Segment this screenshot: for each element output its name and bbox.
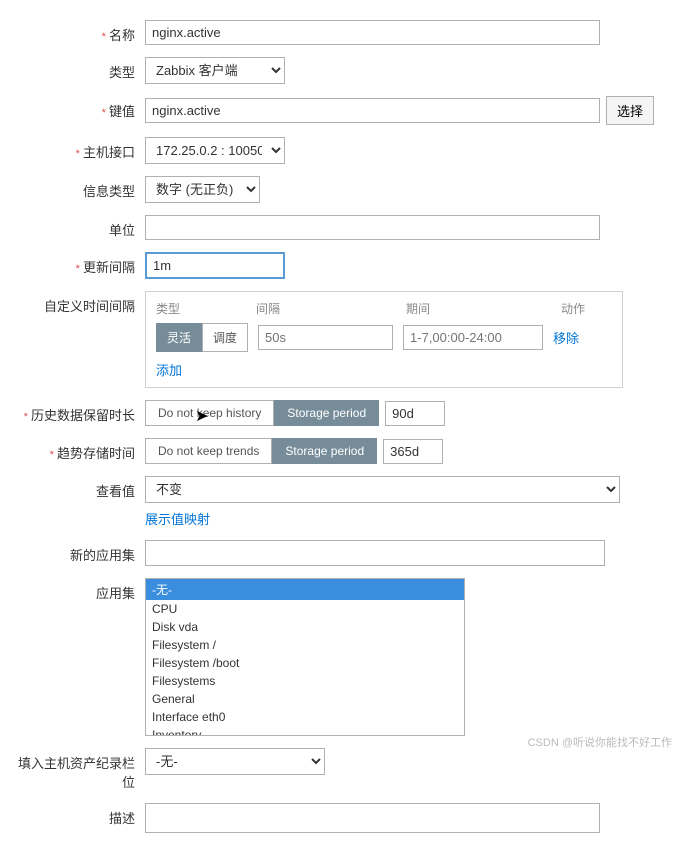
watermark: CSDN @听说你能找不好工作	[528, 734, 672, 750]
history-storage-button[interactable]: Storage period	[274, 400, 379, 426]
history-value-input[interactable]	[385, 401, 445, 426]
name-label: 名称	[10, 20, 145, 44]
list-item[interactable]: Disk vda	[146, 618, 464, 636]
trend-storage-button[interactable]: Storage period	[272, 438, 377, 464]
list-item[interactable]: Inventory	[146, 726, 464, 736]
host-inventory-label: 填入主机资产纪录栏位	[10, 748, 145, 791]
host-inventory-select[interactable]: -无-	[145, 748, 325, 775]
history-nokeep-button[interactable]: Do not keep history	[145, 400, 274, 426]
key-input[interactable]	[145, 98, 600, 123]
col-action: 动作	[561, 300, 585, 317]
custom-interval-box: 类型 间隔 期间 动作 灵活 调度 移除 添加	[145, 291, 623, 388]
show-value-map-link[interactable]: 展示值映射	[145, 509, 210, 528]
history-label: 历史数据保留时长	[10, 400, 145, 424]
description-label: 描述	[10, 803, 145, 827]
view-value-select[interactable]: 不变	[145, 476, 620, 503]
name-input[interactable]	[145, 20, 600, 45]
trend-nokeep-button[interactable]: Do not keep trends	[145, 438, 272, 464]
interval-value-input[interactable]	[258, 325, 393, 350]
update-interval-label: 更新间隔	[10, 252, 145, 276]
view-value-label: 查看值	[10, 476, 145, 500]
remove-link[interactable]: 移除	[553, 328, 579, 347]
key-label: 键值	[10, 96, 145, 120]
description-textarea[interactable]	[145, 803, 600, 833]
new-app-input[interactable]	[145, 540, 605, 566]
key-select-button[interactable]: 选择	[606, 96, 654, 125]
unit-label: 单位	[10, 215, 145, 239]
flexible-toggle[interactable]: 灵活	[156, 323, 202, 352]
new-app-label: 新的应用集	[10, 540, 145, 564]
list-item[interactable]: Filesystem /boot	[146, 654, 464, 672]
list-item[interactable]: -无-	[146, 579, 464, 600]
unit-input[interactable]	[145, 215, 600, 240]
host-interface-select[interactable]: 172.25.0.2 : 10050	[145, 137, 285, 164]
list-item[interactable]: Interface eth0	[146, 708, 464, 726]
period-value-input[interactable]	[403, 325, 543, 350]
host-interface-label: 主机接口	[10, 137, 145, 161]
type-select[interactable]: Zabbix 客户端	[145, 57, 285, 84]
scheduling-toggle[interactable]: 调度	[202, 323, 248, 352]
col-type: 类型	[156, 300, 256, 317]
type-label: 类型	[10, 57, 145, 81]
list-item[interactable]: Filesystems	[146, 672, 464, 690]
apps-label: 应用集	[10, 578, 145, 602]
list-item[interactable]: General	[146, 690, 464, 708]
list-item[interactable]: Filesystem /	[146, 636, 464, 654]
list-item[interactable]: CPU	[146, 600, 464, 618]
trend-value-input[interactable]	[383, 439, 443, 464]
trend-label: 趋势存储时间	[10, 438, 145, 462]
update-interval-input[interactable]	[145, 252, 285, 279]
add-link[interactable]: 添加	[156, 363, 182, 378]
apps-listbox[interactable]: -无-CPUDisk vdaFilesystem /Filesystem /bo…	[145, 578, 465, 736]
col-interval: 间隔	[256, 300, 406, 317]
custom-interval-label: 自定义时间间隔	[10, 291, 145, 315]
info-type-label: 信息类型	[10, 176, 145, 200]
col-period: 期间	[406, 300, 561, 317]
info-type-select[interactable]: 数字 (无正负)	[145, 176, 260, 203]
